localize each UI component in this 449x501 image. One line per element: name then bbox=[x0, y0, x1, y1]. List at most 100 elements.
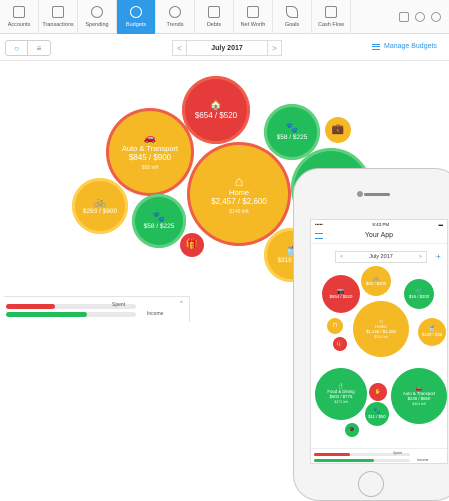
nav-spending[interactable]: Spending bbox=[78, 0, 117, 34]
nav-accounts[interactable]: Accounts bbox=[0, 0, 39, 34]
bubble-value: $16 / $200 bbox=[408, 293, 430, 299]
gear-icon[interactable] bbox=[431, 11, 441, 22]
paw-icon: 🐾 bbox=[152, 211, 166, 223]
phone-bubble-grad[interactable]: 🎓 bbox=[345, 423, 359, 437]
bank-icon bbox=[13, 6, 25, 18]
bank-icon[interactable] bbox=[399, 11, 409, 22]
signal-icon: ••••• bbox=[315, 221, 323, 227]
nav-utilities bbox=[399, 0, 449, 33]
phone-bubble-red-small[interactable]: ✋ bbox=[369, 383, 387, 401]
bubble-value: $654 / $520 bbox=[194, 110, 238, 120]
nav-transactions[interactable]: Transactions bbox=[39, 0, 78, 34]
bubble-value: $654 / $520 bbox=[329, 293, 353, 299]
phone-bubble-gift[interactable]: 🎁 bbox=[333, 337, 347, 351]
budget-bubble-business[interactable]: 💼 bbox=[325, 117, 351, 143]
bubble-title: Home bbox=[228, 187, 249, 197]
phone-next-month[interactable]: > bbox=[415, 254, 426, 260]
phone-bubble-red[interactable]: 📷 $654 / $520 bbox=[322, 275, 360, 313]
add-budget-button[interactable]: + bbox=[436, 252, 441, 261]
camera-icon: 🏠 bbox=[209, 99, 223, 111]
list-view-button[interactable]: ≡ bbox=[28, 41, 50, 55]
bar-chart-icon bbox=[247, 6, 259, 18]
phone-bubble-food[interactable]: 🍴 Food & Dining $502 / $775 $273 left bbox=[315, 368, 367, 420]
paw-icon: 🐾 bbox=[285, 122, 299, 134]
car-icon: 🚗 bbox=[143, 132, 157, 144]
gift-icon: 🎁 bbox=[336, 340, 344, 347]
phone-income-fill bbox=[314, 459, 374, 462]
budget-bubble-gifts[interactable]: 🎁 bbox=[180, 233, 204, 257]
prev-month-button[interactable]: < bbox=[173, 41, 187, 55]
briefcase-icon: 💼 bbox=[331, 124, 345, 135]
hands-icon: ✋ bbox=[374, 388, 382, 395]
phone-camera bbox=[357, 191, 363, 197]
bubble-value: $92 / $200 bbox=[365, 280, 387, 286]
phone-bubble-bike[interactable]: 🚲 $92 / $200 bbox=[361, 266, 391, 296]
income-bar bbox=[6, 312, 136, 317]
phone-legend: Spent Income bbox=[311, 448, 447, 463]
view-toggle: ○ ≡ bbox=[5, 40, 51, 56]
budget-bubble-bike[interactable]: 🚲 $293 / $800 bbox=[72, 178, 128, 234]
month-selector: < July 2017 > bbox=[172, 40, 282, 56]
collapse-caret-icon[interactable]: ^ bbox=[180, 301, 183, 307]
bag-icon: ⊓ bbox=[332, 323, 338, 329]
phone-status-bar: ••••• 9:43 PM ▬ bbox=[311, 220, 447, 228]
home-icon: ⌂ bbox=[234, 172, 244, 189]
next-month-button[interactable]: > bbox=[267, 41, 281, 55]
manage-budgets-link[interactable]: Manage Budgets bbox=[372, 43, 437, 50]
bubble-value: $58 / $225 bbox=[143, 222, 175, 230]
bubble-value: $229 / $35 bbox=[421, 331, 443, 337]
phone-month-selector: < July 2017 > bbox=[335, 251, 427, 263]
bubble-left: $143 left bbox=[229, 208, 249, 215]
phone-bubble-small-yellow[interactable]: ⊓ bbox=[327, 318, 343, 334]
phone-bubble-auto[interactable]: 🚗 Auto & Transport $246 / $650 $404 left bbox=[391, 368, 447, 424]
bubble-value: $845 / $900 bbox=[128, 152, 172, 162]
bubble-left: $404 left bbox=[412, 401, 426, 406]
goals-icon bbox=[286, 6, 298, 18]
nav-trends[interactable]: Trends bbox=[156, 0, 195, 34]
bubble-value: $293 / $800 bbox=[82, 207, 118, 215]
menu-icon[interactable] bbox=[315, 233, 323, 239]
phone-time: 9:43 PM bbox=[372, 221, 390, 227]
nav-net-worth[interactable]: Net Worth bbox=[234, 0, 273, 34]
phone-spent-fill bbox=[314, 453, 351, 456]
nav-cash-flow[interactable]: Cash Flow bbox=[312, 0, 351, 34]
bell-icon[interactable] bbox=[415, 11, 425, 22]
phone-bubble-cart[interactable]: 🛒 $16 / $200 bbox=[404, 279, 434, 309]
income-bar-fill bbox=[6, 312, 87, 317]
nav-budgets[interactable]: Budgets bbox=[117, 0, 156, 34]
clock-icon bbox=[169, 6, 181, 18]
income-label: Income bbox=[147, 311, 164, 317]
menu-icon bbox=[372, 43, 380, 50]
cash-flow-icon bbox=[325, 6, 337, 18]
phone-prev-month[interactable]: < bbox=[336, 254, 347, 260]
bubble-title: Auto & Transport bbox=[121, 143, 179, 153]
battery-icon: ▬ bbox=[438, 221, 444, 227]
bubble-view-button[interactable]: ○ bbox=[6, 41, 28, 55]
spending-icon bbox=[91, 6, 103, 18]
debts-icon bbox=[208, 6, 220, 18]
phone-bubble-home[interactable]: ⌂ Home $1,146 / $1,350 $204 left bbox=[353, 301, 409, 357]
phone-app-title: Your App bbox=[364, 232, 394, 239]
phone-speaker bbox=[364, 193, 390, 196]
nav-goals[interactable]: Goals bbox=[273, 0, 312, 34]
bubble-left: $204 left bbox=[374, 334, 388, 339]
phone-screen: ••••• 9:43 PM ▬ Your App < July 2017 > +… bbox=[310, 219, 448, 464]
spent-income-legend: Spent Income ^ bbox=[4, 296, 190, 322]
phone-spent-label: Spent bbox=[393, 451, 403, 455]
toolbar: ○ ≡ < July 2017 > Manage Budgets bbox=[0, 35, 449, 61]
list-icon bbox=[52, 6, 64, 18]
spent-bar-fill bbox=[6, 304, 56, 309]
phone-current-month: July 2017 bbox=[369, 254, 393, 260]
budget-bubble-auto-transport[interactable]: 🚗 Auto & Transport $845 / $900 $55 left bbox=[106, 108, 194, 196]
nav-debts[interactable]: Debts bbox=[195, 0, 234, 34]
budget-bubble-housing-red[interactable]: 🏠 $654 / $520 bbox=[182, 76, 250, 144]
phone-bubble-drink[interactable]: 🥤 $229 / $35 bbox=[418, 318, 446, 346]
phone-bubble-paw[interactable]: 🐾 $11 / $50 bbox=[365, 402, 389, 426]
budget-bubble-home[interactable]: ⌂ Home $2,457 / $2,600 $143 left bbox=[187, 142, 291, 246]
manage-budgets-label: Manage Budgets bbox=[384, 43, 437, 50]
phone-home-button[interactable] bbox=[358, 471, 384, 497]
bike-icon: 🚲 bbox=[93, 196, 107, 208]
bubble-value: $11 / $50 bbox=[368, 413, 386, 419]
budget-bubble-pets-mid[interactable]: 🐾 $58 / $225 bbox=[132, 194, 186, 248]
budgets-icon bbox=[130, 6, 142, 18]
